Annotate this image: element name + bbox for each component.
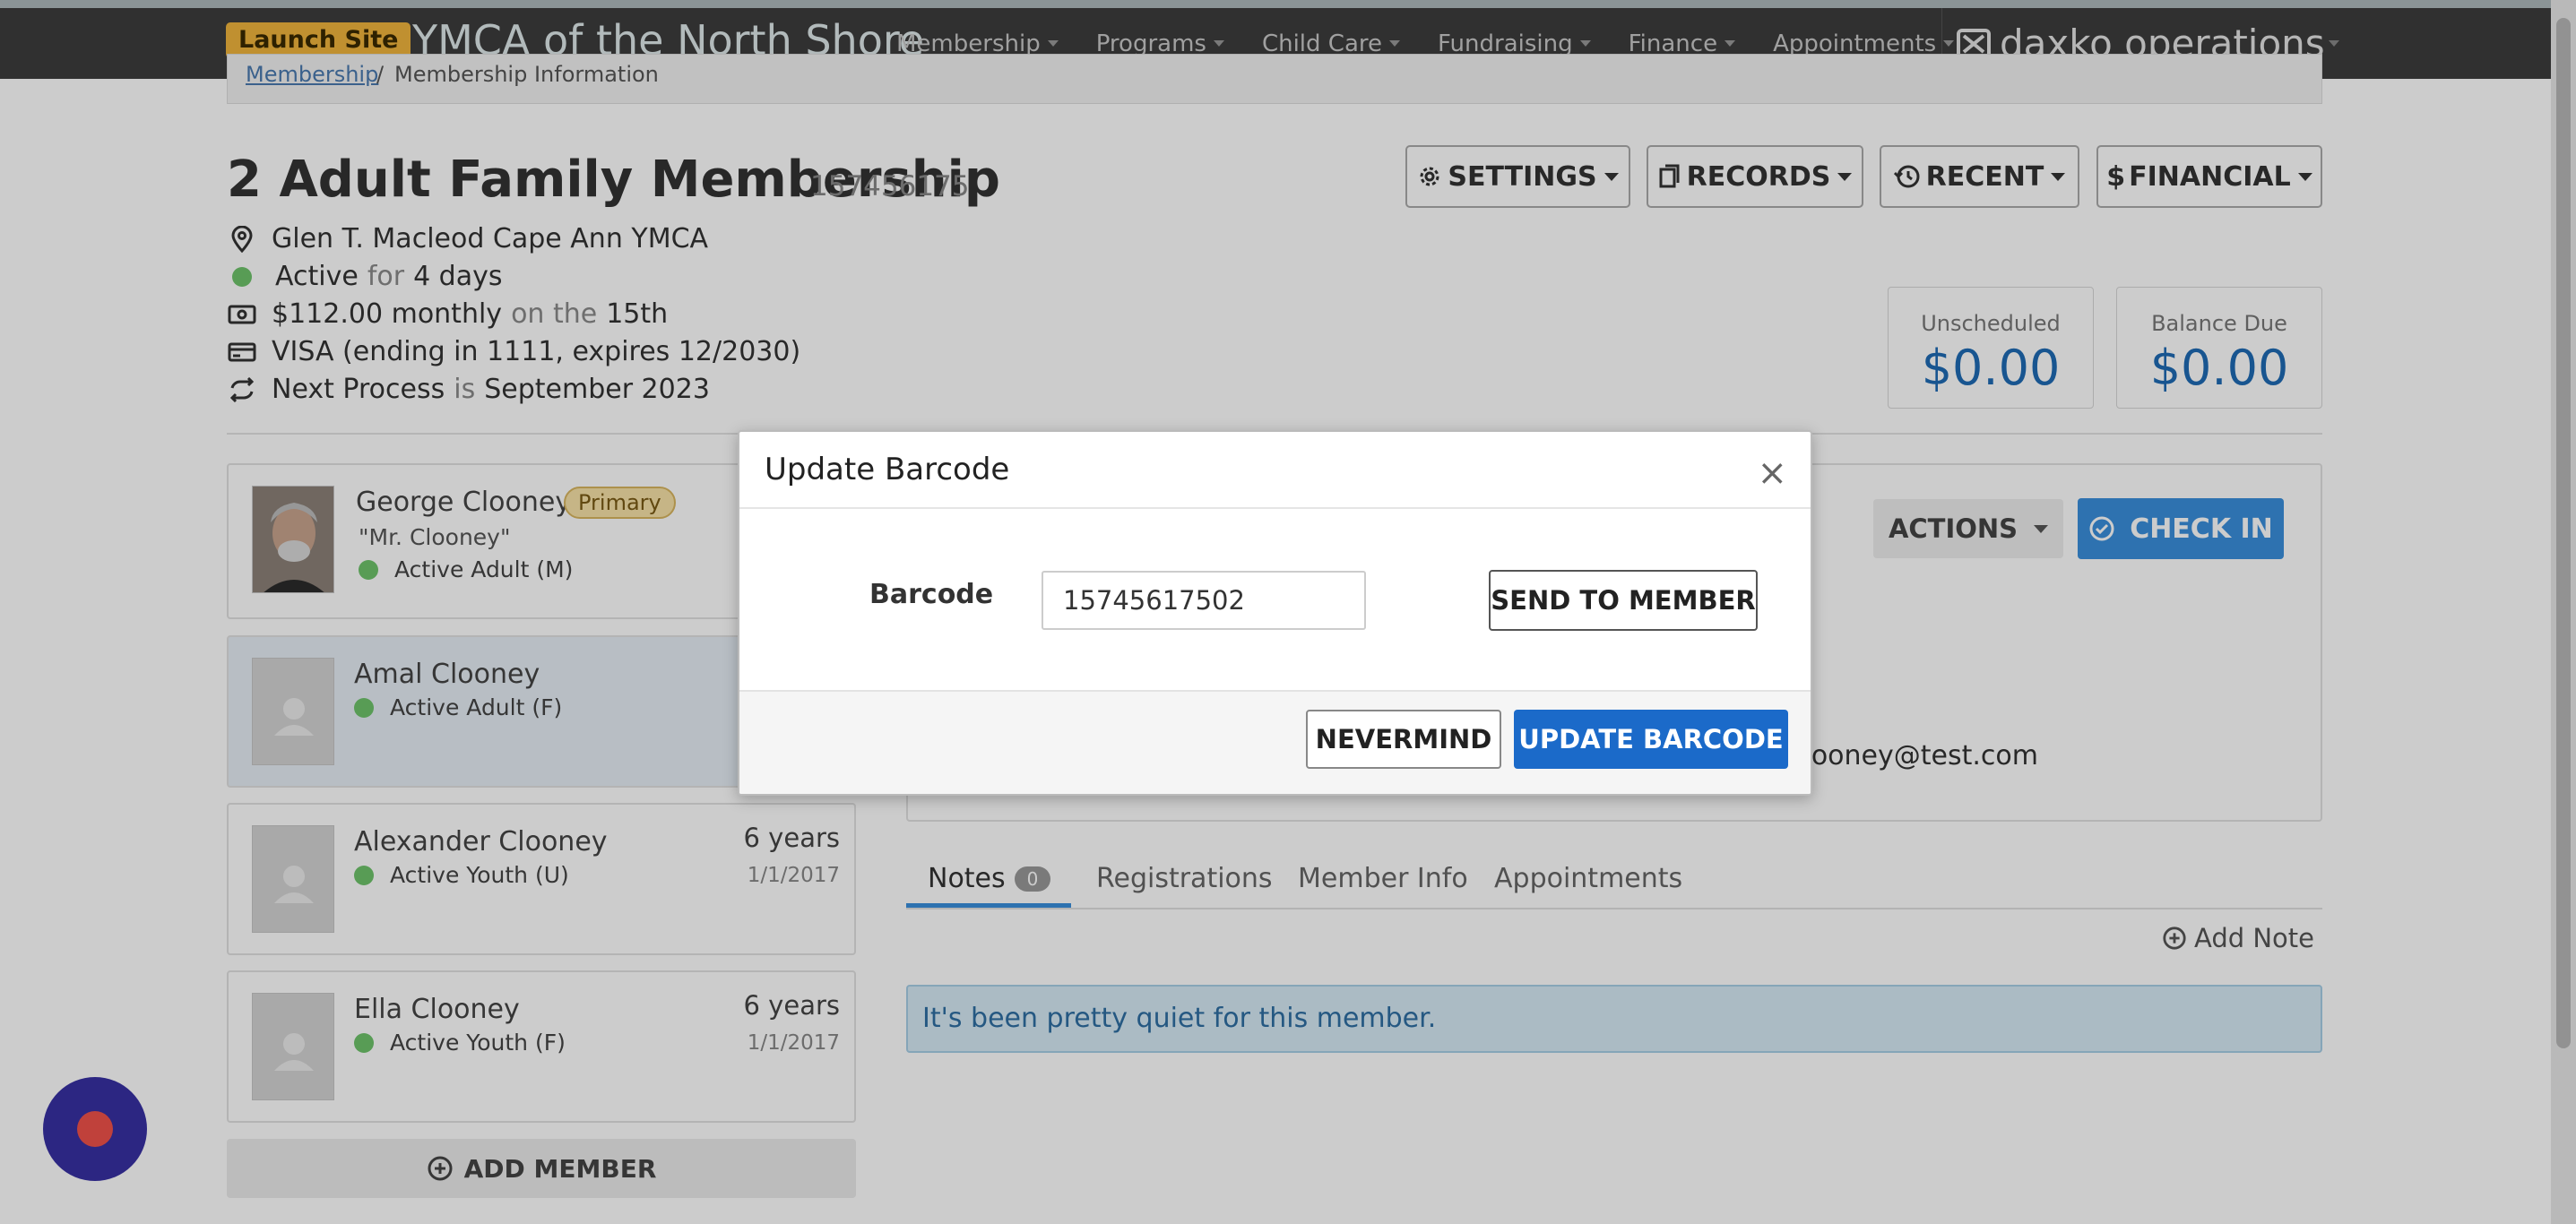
modal-footer: NEVERMIND UPDATE BARCODE — [739, 690, 1811, 794]
modal-header: Update Barcode × — [739, 432, 1811, 509]
nevermind-button[interactable]: NEVERMIND — [1306, 710, 1501, 769]
barcode-input[interactable] — [1042, 571, 1366, 630]
send-to-member-button[interactable]: SEND TO MEMBER — [1489, 570, 1758, 631]
update-barcode-modal: Update Barcode × Barcode SEND TO MEMBER … — [738, 430, 1812, 796]
close-icon[interactable]: × — [1757, 455, 1787, 491]
barcode-label: Barcode — [869, 579, 994, 610]
modal-title: Update Barcode — [765, 452, 1010, 487]
update-barcode-button[interactable]: UPDATE BARCODE — [1514, 710, 1788, 769]
